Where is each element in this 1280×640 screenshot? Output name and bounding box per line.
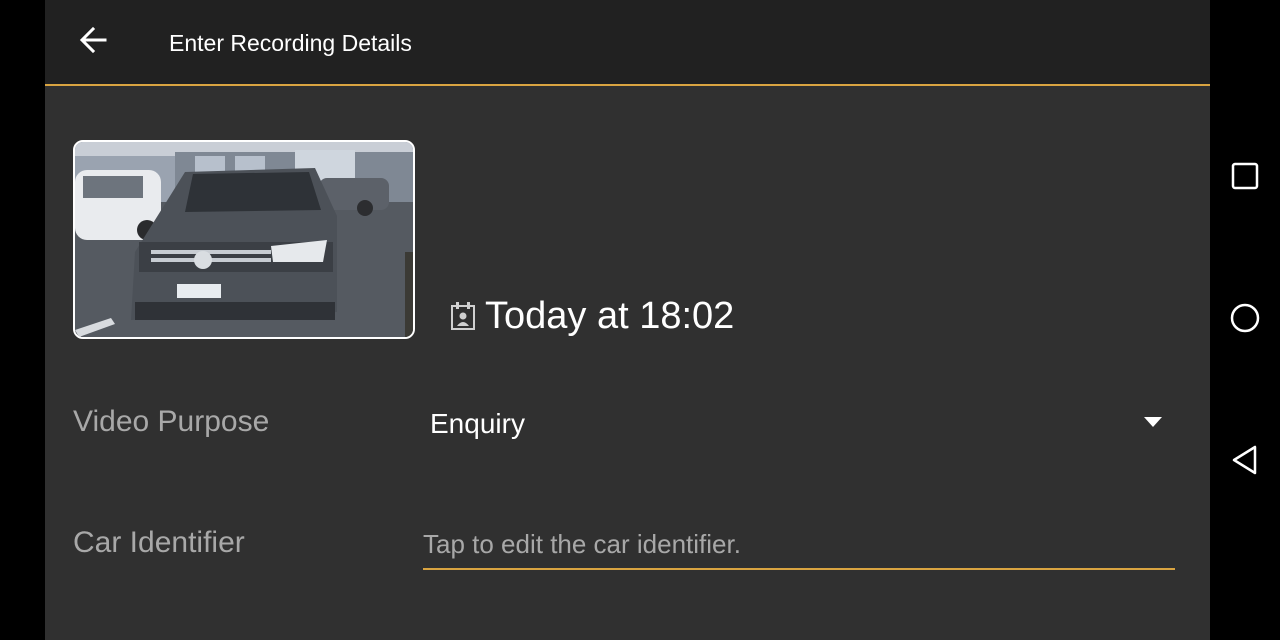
home-button[interactable] [1225, 300, 1265, 340]
calendar-icon [449, 300, 477, 332]
system-nav-bar [1210, 0, 1280, 640]
car-identifier-input[interactable] [423, 524, 1163, 564]
back-button[interactable] [73, 22, 113, 62]
car-identifier-field[interactable] [423, 520, 1175, 570]
system-back-button[interactable] [1225, 442, 1265, 482]
video-purpose-value: Enquiry [430, 408, 525, 439]
video-purpose-dropdown[interactable]: Enquiry [423, 396, 1175, 452]
date-text: Today at 18:02 [485, 295, 735, 337]
app-window: Enter Recording Details Today at 18:02 V… [45, 0, 1210, 640]
car-identifier-label: Car Identifier [73, 526, 245, 559]
arrow-left-icon [78, 25, 108, 60]
app-bar: Enter Recording Details [45, 0, 1210, 86]
screen: Enter Recording Details Today at 18:02 V… [0, 0, 1280, 640]
recording-thumbnail[interactable] [73, 140, 415, 339]
circle-icon [1229, 302, 1261, 339]
video-purpose-label: Video Purpose [73, 405, 270, 438]
square-icon [1231, 162, 1259, 195]
recording-date: Today at 18:02 [449, 290, 734, 342]
recent-apps-button[interactable] [1225, 158, 1265, 198]
left-edge-strip [0, 0, 45, 640]
page-title: Enter Recording Details [169, 30, 412, 56]
triangle-back-icon [1231, 444, 1259, 481]
